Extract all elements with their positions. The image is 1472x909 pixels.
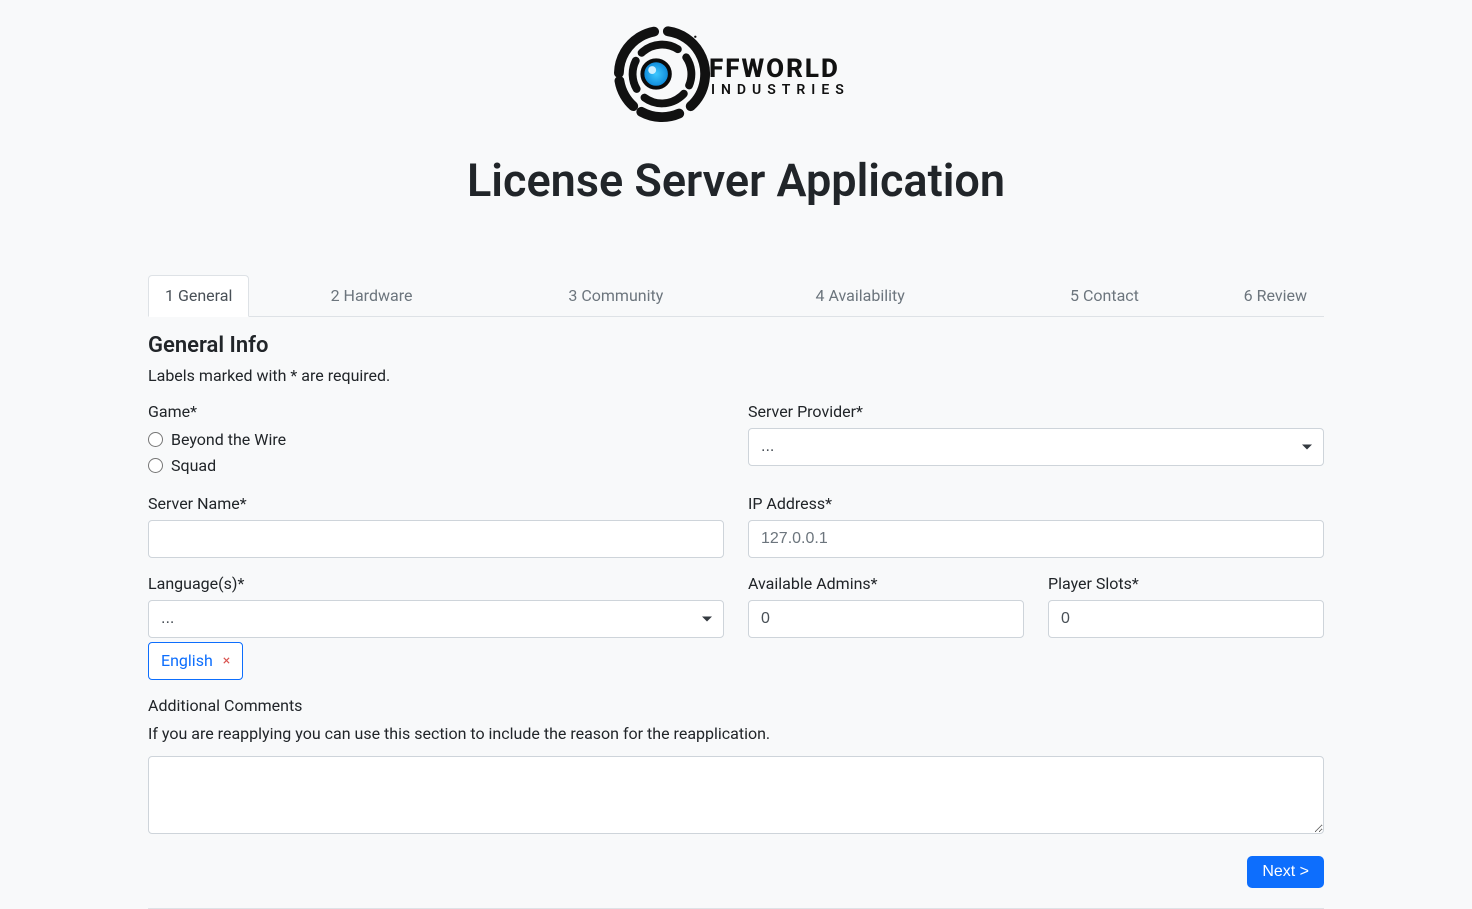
game-option-label[interactable]: Beyond the Wire: [171, 428, 286, 452]
server-name-input[interactable]: [148, 520, 724, 558]
additional-comments-label: Additional Comments: [148, 694, 1324, 718]
section-subtitle: Labels marked with * are required.: [148, 364, 1324, 388]
languages-label: Language(s)*: [148, 572, 724, 596]
step-tabs: 1 General 2 Hardware 3 Community 4 Avail…: [148, 275, 1324, 317]
brand-logo: FFWORLD INDUSTRIES: [148, 0, 1324, 137]
tab-review[interactable]: 6 Review: [1227, 275, 1324, 317]
ip-address-label: IP Address*: [748, 492, 1324, 516]
player-slots-label: Player Slots*: [1048, 572, 1324, 596]
game-label: Game*: [148, 400, 724, 424]
additional-comments-help: If you are reapplying you can use this s…: [148, 722, 1324, 746]
available-admins-input[interactable]: [748, 600, 1024, 638]
remove-tag-icon[interactable]: ×: [223, 654, 230, 668]
offworld-spiral-icon: [613, 25, 711, 123]
page-title: License Server Application: [148, 147, 1324, 215]
language-tag-label: English: [161, 649, 213, 673]
tab-hardware[interactable]: 2 Hardware: [314, 275, 430, 317]
tab-community[interactable]: 3 Community: [551, 275, 680, 317]
footer-rule: [148, 908, 1324, 909]
next-button[interactable]: Next >: [1247, 856, 1324, 888]
player-slots-input[interactable]: [1048, 600, 1324, 638]
tab-contact[interactable]: 5 Contact: [1053, 275, 1156, 317]
languages-select[interactable]: ...: [148, 600, 724, 638]
server-name-label: Server Name*: [148, 492, 724, 516]
tab-availability[interactable]: 4 Availability: [799, 275, 922, 317]
available-admins-label: Available Admins*: [748, 572, 1024, 596]
game-radio-beyond-the-wire[interactable]: [148, 432, 163, 447]
additional-comments-textarea[interactable]: [148, 756, 1324, 834]
tab-general[interactable]: 1 General: [148, 275, 249, 317]
server-provider-label: Server Provider*: [748, 400, 1324, 424]
language-tag-english[interactable]: English ×: [148, 642, 243, 680]
game-option-label[interactable]: Squad: [171, 454, 216, 478]
ip-address-input[interactable]: [748, 520, 1324, 558]
server-provider-select[interactable]: ...: [748, 428, 1324, 466]
game-radio-squad[interactable]: [148, 458, 163, 473]
section-title: General Info: [148, 329, 1324, 362]
brand-name-sub: INDUSTRIES: [711, 80, 850, 101]
